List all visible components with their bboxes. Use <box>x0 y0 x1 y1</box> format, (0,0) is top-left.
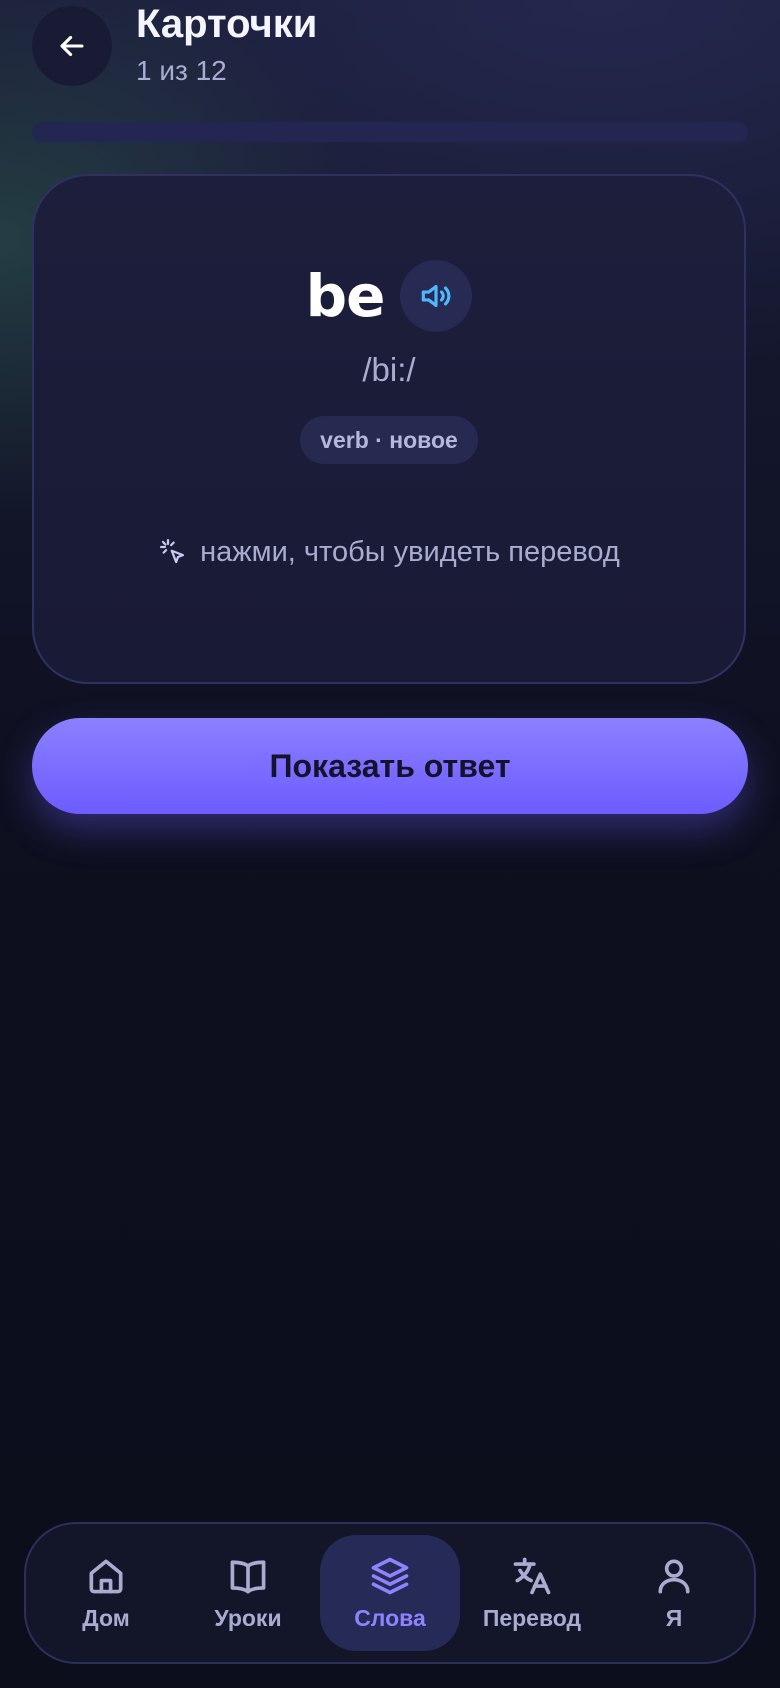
nav-item-translate[interactable]: Перевод <box>462 1535 602 1651</box>
flash-card[interactable]: be /bi:/ verb · новое нажми, чтобы увиде… <box>32 174 746 684</box>
home-icon <box>89 1559 123 1594</box>
card-word: be <box>305 262 386 330</box>
page-title: Карточки <box>136 2 318 46</box>
nav-item-words[interactable]: Слова <box>320 1535 460 1651</box>
bottom-nav: Дом Уроки Слова Перевод Я <box>24 1522 756 1664</box>
tag-wrap: verb · новое <box>34 416 744 464</box>
flip-hint: нажми, чтобы увидеть перевод <box>200 536 620 568</box>
progress-bar <box>32 122 748 142</box>
arrow-left-icon <box>60 35 84 57</box>
nav-item-profile[interactable]: Я <box>604 1535 744 1651</box>
word-tag-badge: verb · новое <box>300 416 478 464</box>
nav-item-home[interactable]: Дом <box>36 1535 176 1651</box>
translate-icon <box>513 1557 551 1595</box>
back-button[interactable] <box>32 6 112 86</box>
nav-label-words: Слова <box>354 1605 426 1631</box>
word-row: be <box>34 256 744 336</box>
nav-item-lessons[interactable]: Уроки <box>178 1535 318 1651</box>
tap-cursor-icon <box>160 539 185 564</box>
card-counter: 1 из 12 <box>136 55 227 86</box>
layers-icon <box>371 1557 409 1595</box>
show-answer-button[interactable]: Показать ответ <box>32 718 748 814</box>
book-icon <box>230 1560 266 1594</box>
nav-label-home: Дом <box>82 1605 130 1631</box>
hint-row: нажми, чтобы увидеть перевод <box>34 532 744 572</box>
nav-label-profile: Я <box>665 1605 683 1631</box>
transcription: /bi:/ <box>362 351 416 388</box>
nav-label-translate: Перевод <box>482 1605 582 1631</box>
pronounce-button[interactable] <box>400 260 473 332</box>
speaker-icon <box>422 284 451 308</box>
user-icon <box>658 1559 690 1594</box>
nav-label-lessons: Уроки <box>214 1605 282 1631</box>
